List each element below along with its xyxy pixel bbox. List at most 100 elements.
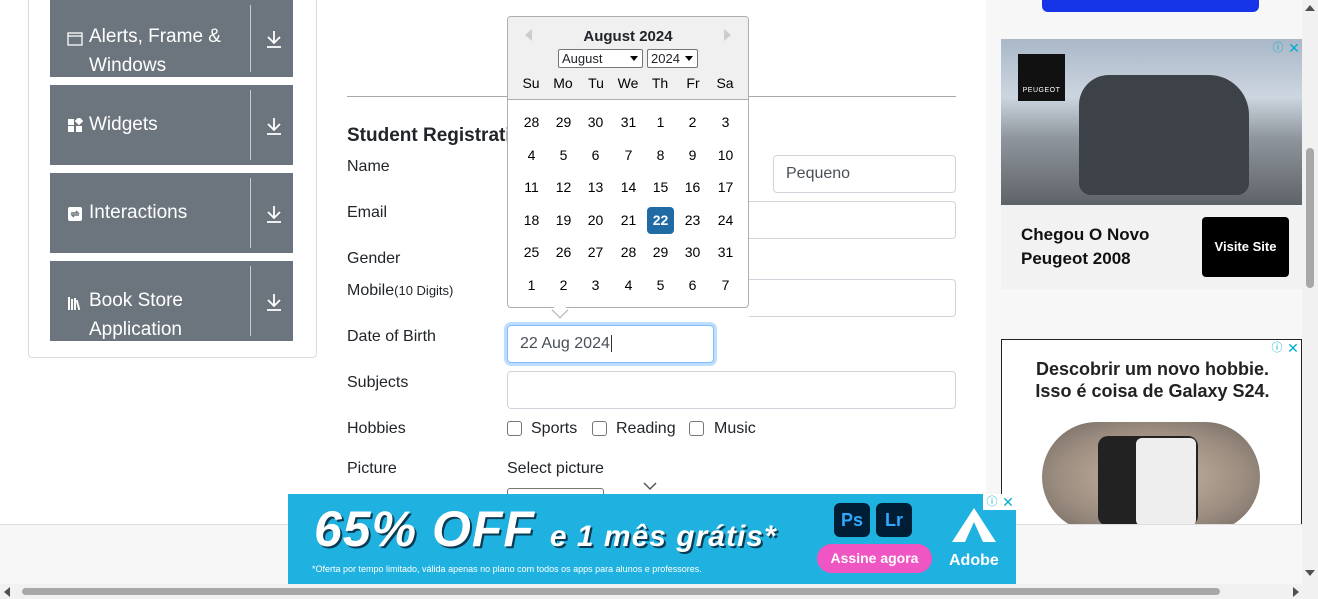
- download-icon[interactable]: [263, 28, 285, 50]
- calendar-day[interactable]: 14: [615, 174, 642, 201]
- sidebar-group-label: Widgets: [89, 114, 158, 135]
- horizontal-scroll-thumb[interactable]: [22, 588, 1220, 595]
- reading-label[interactable]: Reading: [616, 420, 676, 438]
- calendar-day[interactable]: 21: [615, 207, 642, 234]
- sports-checkbox[interactable]: [507, 421, 522, 436]
- calendar-day[interactable]: 11: [518, 174, 545, 201]
- adobe-ad[interactable]: 65% OFF e 1 mês grátis* *Oferta por temp…: [288, 494, 1016, 584]
- reading-checkbox[interactable]: [592, 421, 607, 436]
- scroll-right-arrow-icon[interactable]: [1293, 587, 1299, 597]
- mobile-input[interactable]: [749, 279, 956, 317]
- calendar-day[interactable]: 4: [615, 272, 642, 299]
- calendar-day[interactable]: 19: [550, 207, 577, 234]
- calendar-day[interactable]: 7: [712, 272, 739, 299]
- download-icon[interactable]: [263, 115, 285, 137]
- adchoices-icon[interactable]: ⓘ: [1271, 41, 1285, 55]
- scroll-down-arrow-icon[interactable]: [1305, 570, 1315, 576]
- assine-agora-button[interactable]: Assine agora: [817, 544, 932, 573]
- calendar-day[interactable]: 1: [518, 272, 545, 299]
- calendar-day[interactable]: 29: [647, 239, 674, 266]
- calendar-day[interactable]: 9: [679, 142, 706, 169]
- calendar-day[interactable]: 23: [679, 207, 706, 234]
- close-icon[interactable]: ✕: [1286, 341, 1300, 355]
- calendar-day[interactable]: 16: [679, 174, 706, 201]
- calendar-day[interactable]: 26: [550, 239, 577, 266]
- sidebar-group-alerts[interactable]: Alerts, Frame & Windows: [50, 0, 293, 77]
- sports-label[interactable]: Sports: [531, 420, 577, 438]
- peugeot-ad[interactable]: PEUGEOT Chegou O Novo Peugeot 2008 Visit…: [1001, 39, 1302, 289]
- calendar-day[interactable]: 10: [712, 142, 739, 169]
- calendar-day[interactable]: 4: [518, 142, 545, 169]
- scroll-up-arrow-icon[interactable]: [1305, 5, 1315, 11]
- calendar-day[interactable]: 2: [550, 272, 577, 299]
- calendar-day[interactable]: 15: [647, 174, 674, 201]
- select-picture-label[interactable]: Select picture: [507, 460, 604, 478]
- calendar-day[interactable]: 7: [615, 142, 642, 169]
- weekday-label: We: [617, 75, 639, 91]
- calendar-day[interactable]: 30: [582, 109, 609, 136]
- dob-input[interactable]: 22 Aug 2024: [507, 325, 714, 363]
- calendar-day[interactable]: 31: [712, 239, 739, 266]
- divider: [250, 5, 251, 72]
- vertical-scrollbar[interactable]: [1302, 0, 1318, 584]
- sidebar-group-interactions[interactable]: Interactions: [50, 173, 293, 253]
- calendar-day[interactable]: 12: [550, 174, 577, 201]
- month-select-value: August: [562, 51, 603, 66]
- download-icon[interactable]: [263, 203, 285, 225]
- close-icon[interactable]: ✕: [1001, 495, 1015, 509]
- calendar-day[interactable]: 2: [679, 109, 706, 136]
- calendar-day[interactable]: 6: [679, 272, 706, 299]
- calendar-day[interactable]: 25: [518, 239, 545, 266]
- music-checkbox[interactable]: [689, 421, 704, 436]
- last-name-input[interactable]: Pequeno: [773, 155, 956, 193]
- adchoices-icon[interactable]: ⓘ: [1270, 341, 1284, 355]
- calendar-day[interactable]: 6: [582, 142, 609, 169]
- calendar-day[interactable]: 1: [647, 109, 674, 136]
- calendar-day[interactable]: 24: [712, 207, 739, 234]
- music-label[interactable]: Music: [714, 420, 756, 438]
- email-input[interactable]: [749, 201, 956, 239]
- divider: [250, 90, 251, 160]
- calendar-day[interactable]: 5: [550, 142, 577, 169]
- calendar-day[interactable]: 18: [518, 207, 545, 234]
- divider: [250, 266, 251, 336]
- close-icon[interactable]: ✕: [1287, 41, 1301, 55]
- visite-site-button[interactable]: Visite Site: [1202, 217, 1289, 277]
- calendar-day[interactable]: 3: [582, 272, 609, 299]
- weekday-label: Sa: [716, 75, 734, 91]
- download-icon[interactable]: [263, 291, 285, 313]
- weekday-label: Th: [651, 75, 669, 91]
- next-month-button[interactable]: [724, 29, 731, 41]
- calendar-day[interactable]: 30: [679, 239, 706, 266]
- name-label: Name: [347, 158, 390, 175]
- scroll-left-arrow-icon[interactable]: [4, 587, 10, 597]
- sidebar-group-widgets[interactable]: Widgets: [50, 85, 293, 165]
- year-select[interactable]: 2024: [647, 49, 698, 68]
- calendar-day[interactable]: 17: [712, 174, 739, 201]
- peugeot-logo: PEUGEOT: [1018, 54, 1065, 101]
- calendar-day[interactable]: 28: [518, 109, 545, 136]
- calendar-day[interactable]: 8: [647, 142, 674, 169]
- calendar-day[interactable]: 27: [582, 239, 609, 266]
- subjects-input[interactable]: [507, 371, 956, 409]
- calendar-day[interactable]: 28: [615, 239, 642, 266]
- calendar-day[interactable]: 31: [615, 109, 642, 136]
- sidebar-group-bookstore[interactable]: Book Store Application: [50, 261, 293, 341]
- calendar-day[interactable]: 29: [550, 109, 577, 136]
- galaxy-ad[interactable]: Descobrir um novo hobbie. Isso é coisa de…: [1001, 339, 1302, 529]
- picture-label: Picture: [347, 460, 397, 477]
- calendar-day[interactable]: 3: [712, 109, 739, 136]
- sidebar-group-label: Interactions: [89, 202, 188, 223]
- galaxy-headline: Descobrir um novo hobbie. Isso é coisa de…: [1035, 359, 1270, 401]
- calendar-day[interactable]: 13: [582, 174, 609, 201]
- month-select[interactable]: August: [558, 49, 643, 68]
- date-picker-pointer: [551, 301, 569, 319]
- sidebar-group-label: Book Store Application: [89, 290, 183, 340]
- vertical-scroll-thumb[interactable]: [1306, 148, 1314, 288]
- top-ad-button[interactable]: [1042, 0, 1259, 12]
- calendar-day[interactable]: 20: [582, 207, 609, 234]
- peugeot-headline: Chegou O Novo Peugeot 2008: [1021, 225, 1150, 268]
- calendar-day-selected[interactable]: 22: [647, 207, 674, 234]
- adchoices-icon[interactable]: ⓘ: [985, 495, 999, 509]
- calendar-day[interactable]: 5: [647, 272, 674, 299]
